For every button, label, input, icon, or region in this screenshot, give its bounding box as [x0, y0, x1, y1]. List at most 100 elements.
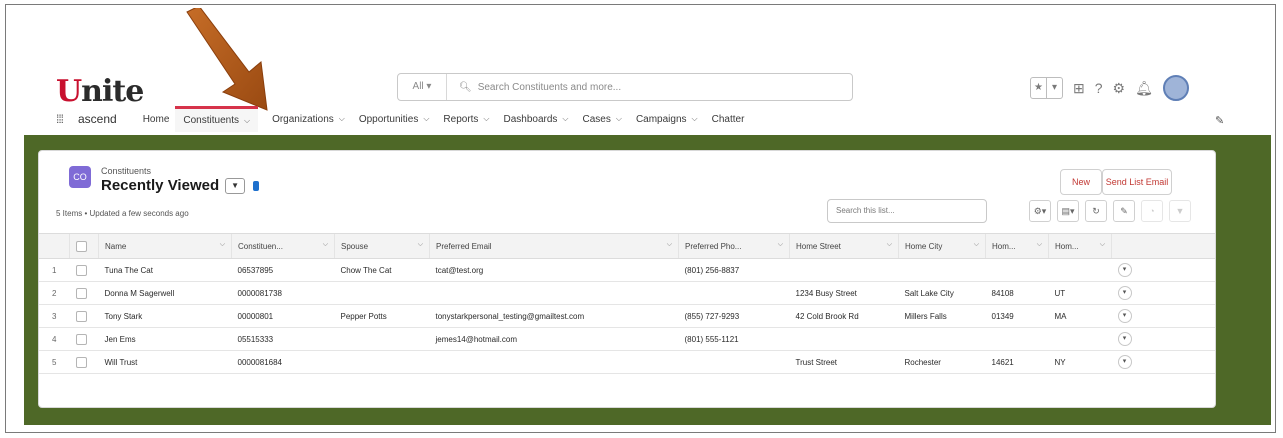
- setup-gear-icon[interactable]: ⚙: [1113, 80, 1126, 97]
- new-button[interactable]: New: [1060, 169, 1102, 195]
- list-search-input[interactable]: Search this list...: [827, 199, 987, 223]
- column-header-home-city[interactable]: Home City ⌵: [898, 233, 986, 259]
- search-scope-select[interactable]: All ▾: [398, 74, 447, 100]
- charts-icon[interactable]: ◔: [1141, 200, 1163, 222]
- header-utility-icons: ★ ▾ ⊞ ? ⚙ 🔔︎: [1030, 75, 1189, 101]
- row-number: 2: [39, 281, 70, 305]
- constituent-name-link[interactable]: Tony Stark: [98, 304, 232, 328]
- column-header-preferred-phone[interactable]: Preferred Pho... ⌵: [678, 233, 790, 259]
- constituent-name-link[interactable]: Will Trust: [98, 350, 232, 374]
- row-actions-chevron-down-icon[interactable]: ▾: [1117, 309, 1132, 323]
- constituent-name-link[interactable]: Donna M Sagerwell: [98, 281, 232, 305]
- spouse-link[interactable]: [334, 281, 430, 305]
- row-actions-chevron-down-icon[interactable]: ▾: [1117, 332, 1132, 346]
- row-select-cell: [69, 281, 99, 305]
- row-select-cell: [69, 327, 99, 351]
- row-actions-chevron-down-icon[interactable]: ▾: [1117, 355, 1132, 369]
- chevron-down-icon[interactable]: ⌵: [887, 241, 892, 249]
- notifications-bell-icon[interactable]: 🔔︎: [1135, 80, 1153, 97]
- global-actions-icon[interactable]: ⊞: [1073, 80, 1085, 97]
- app-launcher-icon[interactable]: ⁞⁞⁞: [56, 112, 68, 126]
- search-icon: 🔍︎: [459, 81, 472, 93]
- refresh-icon[interactable]: ↻: [1085, 200, 1107, 222]
- chevron-down-icon[interactable]: ⌵: [483, 114, 489, 124]
- row-checkbox[interactable]: [75, 333, 87, 345]
- spouse-link[interactable]: [334, 327, 430, 351]
- list-view-picker-chevron-down-icon[interactable]: ▼: [225, 177, 246, 194]
- nav-item-label: Dashboards: [503, 113, 558, 125]
- spouse-link[interactable]: Pepper Potts: [334, 304, 430, 328]
- email-link[interactable]: tonystarkpersonal_testing@gmailtest.com: [429, 304, 679, 328]
- chevron-down-icon[interactable]: ⌵: [220, 241, 225, 249]
- constituent-name-link[interactable]: Jen Ems: [98, 327, 232, 351]
- nav-item-constituents[interactable]: Constituents ⌵: [175, 106, 259, 132]
- row-checkbox[interactable]: [75, 264, 87, 276]
- chevron-down-icon[interactable]: ⌵: [339, 114, 345, 124]
- email-link[interactable]: [429, 281, 679, 305]
- chevron-down-icon[interactable]: ⌵: [562, 114, 568, 124]
- state-cell: [1048, 258, 1112, 282]
- nav-item-home[interactable]: Home: [143, 106, 170, 132]
- chevron-down-icon[interactable]: ⌵: [418, 241, 423, 249]
- row-checkbox[interactable]: [75, 287, 87, 299]
- list-settings-gear-icon[interactable]: ⚙▾: [1029, 200, 1051, 222]
- nav-item-reports[interactable]: Reports ⌵: [443, 106, 489, 132]
- column-header-preferred-email[interactable]: Preferred Email ⌵: [429, 233, 679, 259]
- nav-item-opportunities[interactable]: Opportunities ⌵: [359, 106, 430, 132]
- constituent-id-cell: 05515333: [231, 327, 335, 351]
- table-row: 3 Tony Stark 00000801 Pepper Potts tonys…: [39, 304, 1215, 328]
- user-avatar[interactable]: [1162, 75, 1189, 101]
- global-search[interactable]: All ▾ 🔍︎ Search Constituents and more...: [397, 73, 853, 101]
- help-icon[interactable]: ?: [1095, 80, 1103, 96]
- column-header-spouse[interactable]: Spouse ⌵: [334, 233, 430, 259]
- chevron-down-icon[interactable]: ⌵: [323, 241, 328, 249]
- inline-edit-pencil-icon[interactable]: ✎: [1113, 200, 1135, 222]
- nav-item-chatter[interactable]: Chatter: [712, 106, 745, 132]
- row-select-cell: [69, 304, 99, 328]
- nav-item-dashboards[interactable]: Dashboards ⌵: [504, 106, 569, 132]
- row-checkbox[interactable]: [75, 310, 87, 322]
- chevron-down-icon[interactable]: ⌵: [974, 241, 979, 249]
- list-view-card: CO Constituents Recently Viewed ▼ 5 Item…: [38, 150, 1216, 408]
- chevron-down-icon[interactable]: ⌵: [692, 114, 698, 124]
- chevron-down-icon[interactable]: ▾: [1046, 78, 1062, 98]
- column-header-constituent-id[interactable]: Constituen... ⌵: [231, 233, 335, 259]
- chevron-down-icon[interactable]: ⌵: [616, 114, 622, 124]
- edit-nav-pencil-icon[interactable]: ✎: [1215, 114, 1224, 127]
- chevron-down-icon[interactable]: ⌵: [1100, 241, 1105, 249]
- row-actions-cell: ▾: [1111, 350, 1215, 374]
- email-link[interactable]: jemes14@hotmail.com: [429, 327, 679, 351]
- row-actions-chevron-down-icon[interactable]: ▾: [1117, 286, 1132, 300]
- spouse-link[interactable]: Chow The Cat: [334, 258, 430, 282]
- column-header-home-state[interactable]: Hom... ⌵: [1048, 233, 1112, 259]
- app-logo[interactable]: Unite: [56, 74, 144, 109]
- chevron-down-icon[interactable]: ⌵: [1037, 241, 1042, 249]
- select-all-checkbox[interactable]: [76, 240, 87, 252]
- column-header-name[interactable]: Name ⌵: [98, 233, 232, 259]
- row-number: 3: [39, 304, 70, 328]
- favorites-button[interactable]: ★ ▾: [1030, 77, 1063, 99]
- nav-item-campaigns[interactable]: Campaigns ⌵: [636, 106, 698, 132]
- chevron-down-icon[interactable]: ⌵: [778, 241, 783, 249]
- constituent-name-link[interactable]: Tuna The Cat: [98, 258, 232, 282]
- email-link[interactable]: [429, 350, 679, 374]
- nav-item-cases[interactable]: Cases ⌵: [583, 106, 622, 132]
- display-as-table-icon[interactable]: ▤▾: [1057, 200, 1079, 222]
- send-list-email-button[interactable]: Send List Email: [1102, 169, 1172, 195]
- spouse-link[interactable]: [334, 350, 430, 374]
- star-icon[interactable]: ★: [1031, 78, 1046, 98]
- chevron-down-icon[interactable]: ⌵: [244, 116, 250, 126]
- chevron-down-icon[interactable]: ⌵: [423, 114, 429, 124]
- row-checkbox[interactable]: [75, 356, 87, 368]
- filter-icon[interactable]: ▼: [1169, 200, 1191, 222]
- pin-icon[interactable]: [253, 180, 260, 191]
- nav-item-organizations[interactable]: Organizations ⌵: [272, 106, 345, 132]
- search-input[interactable]: Search Constituents and more...: [478, 82, 621, 93]
- email-link[interactable]: tcat@test.org: [429, 258, 679, 282]
- column-header-home-zip[interactable]: Hom... ⌵: [985, 233, 1049, 259]
- list-view-title: Recently Viewed ▼: [101, 177, 260, 194]
- row-actions-chevron-down-icon[interactable]: ▾: [1117, 263, 1132, 277]
- chevron-down-icon[interactable]: ⌵: [667, 241, 672, 249]
- column-header-home-street[interactable]: Home Street ⌵: [789, 233, 899, 259]
- city-cell: Rochester: [898, 350, 986, 374]
